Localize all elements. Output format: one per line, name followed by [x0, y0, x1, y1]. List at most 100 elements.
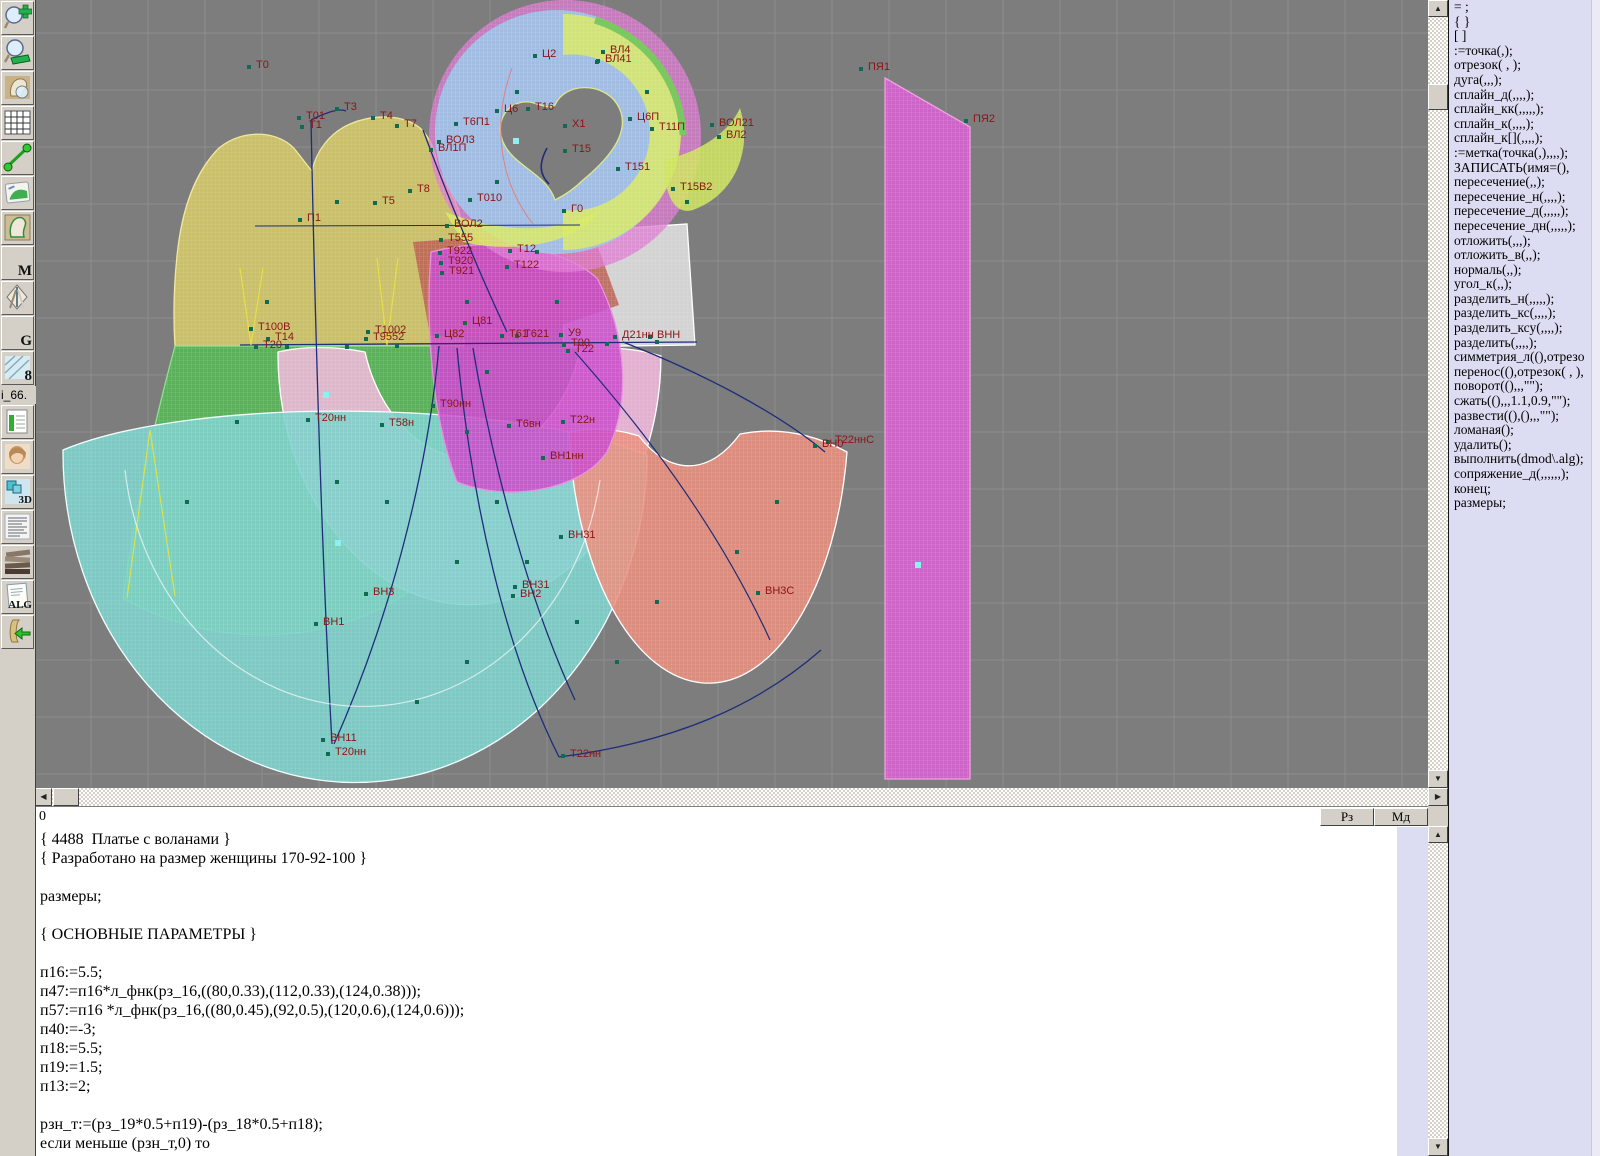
books-button[interactable]	[1, 545, 34, 579]
command-item[interactable]: симметрия_л((),отрезо	[1449, 350, 1600, 365]
point-marker[interactable]	[559, 535, 563, 539]
point-marker[interactable]	[575, 620, 579, 624]
editor-scroll-down-icon[interactable]: ▼	[1428, 1138, 1448, 1156]
command-item[interactable]: выполнить(dmod\.alg);	[1449, 452, 1600, 467]
point-marker[interactable]	[468, 198, 472, 202]
command-item[interactable]: пересечение_н(,,,,);	[1449, 190, 1600, 205]
point-marker[interactable]	[495, 180, 499, 184]
command-item[interactable]: разделить_кс(,,,,);	[1449, 306, 1600, 321]
point-marker[interactable]	[671, 187, 675, 191]
point-marker[interactable]	[455, 560, 459, 564]
selected-point-marker[interactable]	[335, 540, 341, 546]
command-item[interactable]: удалить();	[1449, 438, 1600, 453]
command-item[interactable]: пересечение_дн(,,,,,);	[1449, 219, 1600, 234]
command-item[interactable]: сопряжение_д(,,,,,,);	[1449, 467, 1600, 482]
command-item[interactable]: размеры;	[1449, 496, 1600, 511]
point-marker[interactable]	[775, 500, 779, 504]
command-item[interactable]: разделить_н(,,,,,);	[1449, 292, 1600, 307]
point-marker[interactable]	[566, 349, 570, 353]
pattern-piece-button[interactable]	[1, 211, 34, 245]
point-marker[interactable]	[366, 330, 370, 334]
editor-vscroll-track[interactable]	[1428, 826, 1448, 1156]
canvas-scroll-up-icon[interactable]: ▲	[1428, 0, 1448, 17]
point-marker[interactable]	[364, 337, 368, 341]
command-item[interactable]: { }	[1449, 15, 1600, 30]
point-marker[interactable]	[321, 738, 325, 742]
portrait-button[interactable]	[1, 440, 34, 474]
canvas-hscroll-track[interactable]	[35, 788, 1428, 806]
canvas-vscroll-thumb[interactable]	[1428, 84, 1448, 110]
point-marker[interactable]	[525, 560, 529, 564]
command-item[interactable]: отрезок( , );	[1449, 58, 1600, 73]
point-marker[interactable]	[562, 343, 566, 347]
point-marker[interactable]	[508, 249, 512, 253]
picture-button[interactable]	[1, 176, 34, 210]
point-marker[interactable]	[345, 345, 349, 349]
point-marker[interactable]	[616, 167, 620, 171]
measure-line-button[interactable]	[1, 141, 34, 175]
point-marker[interactable]	[563, 149, 567, 153]
point-marker[interactable]	[445, 224, 449, 228]
point-marker[interactable]	[559, 333, 563, 337]
point-marker[interactable]	[500, 334, 504, 338]
point-marker[interactable]	[439, 238, 443, 242]
point-marker[interactable]	[505, 265, 509, 269]
point-marker[interactable]	[385, 500, 389, 504]
grid-button[interactable]	[1, 106, 34, 140]
zoom-in-button[interactable]	[1, 1, 34, 35]
point-marker[interactable]	[563, 124, 567, 128]
command-item[interactable]: пересечение_д(,,,,,);	[1449, 204, 1600, 219]
point-marker[interactable]	[615, 660, 619, 664]
zoom-out-button[interactable]	[1, 36, 34, 70]
ruler-button[interactable]: 8	[1, 351, 34, 385]
canvas-scroll-down-icon[interactable]: ▼	[1428, 770, 1448, 788]
command-item[interactable]: разделить(,,,,);	[1449, 336, 1600, 351]
point-marker[interactable]	[439, 261, 443, 265]
point-marker[interactable]	[650, 127, 654, 131]
point-marker[interactable]	[408, 189, 412, 193]
command-item[interactable]: ломаная();	[1449, 423, 1600, 438]
rz-button[interactable]: Рз	[1320, 808, 1374, 826]
command-item[interactable]: :=точка(,);	[1449, 44, 1600, 59]
point-marker[interactable]	[595, 60, 599, 64]
point-marker[interactable]	[395, 124, 399, 128]
pattern-canvas[interactable]: Т0Т3Т01Т1Т4Т7Ц2ВЛ4ВЛ41Т16Ц6Т6П1ВОЛ3ВЛ1ПХ…	[35, 0, 1428, 788]
point-marker[interactable]	[613, 335, 617, 339]
compass-tools-button[interactable]	[1, 281, 34, 315]
pattern-drawing[interactable]: Т0Т3Т01Т1Т4Т7Ц2ВЛ4ВЛ41Т16Ц6Т6П1ВОЛ3ВЛ1ПХ…	[35, 0, 1428, 788]
point-marker[interactable]	[533, 54, 537, 58]
point-marker[interactable]	[495, 500, 499, 504]
command-item[interactable]: угол_к(,,);	[1449, 277, 1600, 292]
point-marker[interactable]	[335, 107, 339, 111]
command-item[interactable]: пересечение(,,);	[1449, 175, 1600, 190]
point-marker[interactable]	[628, 117, 632, 121]
point-marker[interactable]	[717, 135, 721, 139]
point-marker[interactable]	[463, 321, 467, 325]
point-marker[interactable]	[562, 209, 566, 213]
command-item[interactable]: сплайн_д(,,,,);	[1449, 88, 1600, 103]
point-marker[interactable]	[454, 122, 458, 126]
point-marker[interactable]	[655, 600, 659, 604]
point-marker[interactable]	[541, 456, 545, 460]
point-marker[interactable]	[298, 218, 302, 222]
point-marker[interactable]	[465, 300, 469, 304]
canvas-hscroll-thumb[interactable]	[53, 788, 79, 806]
command-item[interactable]: нормаль(,,);	[1449, 263, 1600, 278]
point-marker[interactable]	[515, 90, 519, 94]
selected-point-marker[interactable]	[915, 562, 921, 568]
point-marker[interactable]	[440, 271, 444, 275]
point-marker[interactable]	[364, 592, 368, 596]
point-marker[interactable]	[511, 594, 515, 598]
point-marker[interactable]	[185, 500, 189, 504]
point-marker[interactable]	[249, 327, 253, 331]
point-marker[interactable]	[735, 550, 739, 554]
point-marker[interactable]	[395, 344, 399, 348]
point-marker[interactable]	[859, 67, 863, 71]
point-marker[interactable]	[371, 116, 375, 120]
point-marker[interactable]	[813, 444, 817, 448]
point-marker[interactable]	[265, 300, 269, 304]
point-marker[interactable]	[485, 370, 489, 374]
command-item[interactable]: конец;	[1449, 482, 1600, 497]
command-item[interactable]: дуга(,,,);	[1449, 73, 1600, 88]
alg-document-button[interactable]: ALG	[1, 580, 34, 614]
